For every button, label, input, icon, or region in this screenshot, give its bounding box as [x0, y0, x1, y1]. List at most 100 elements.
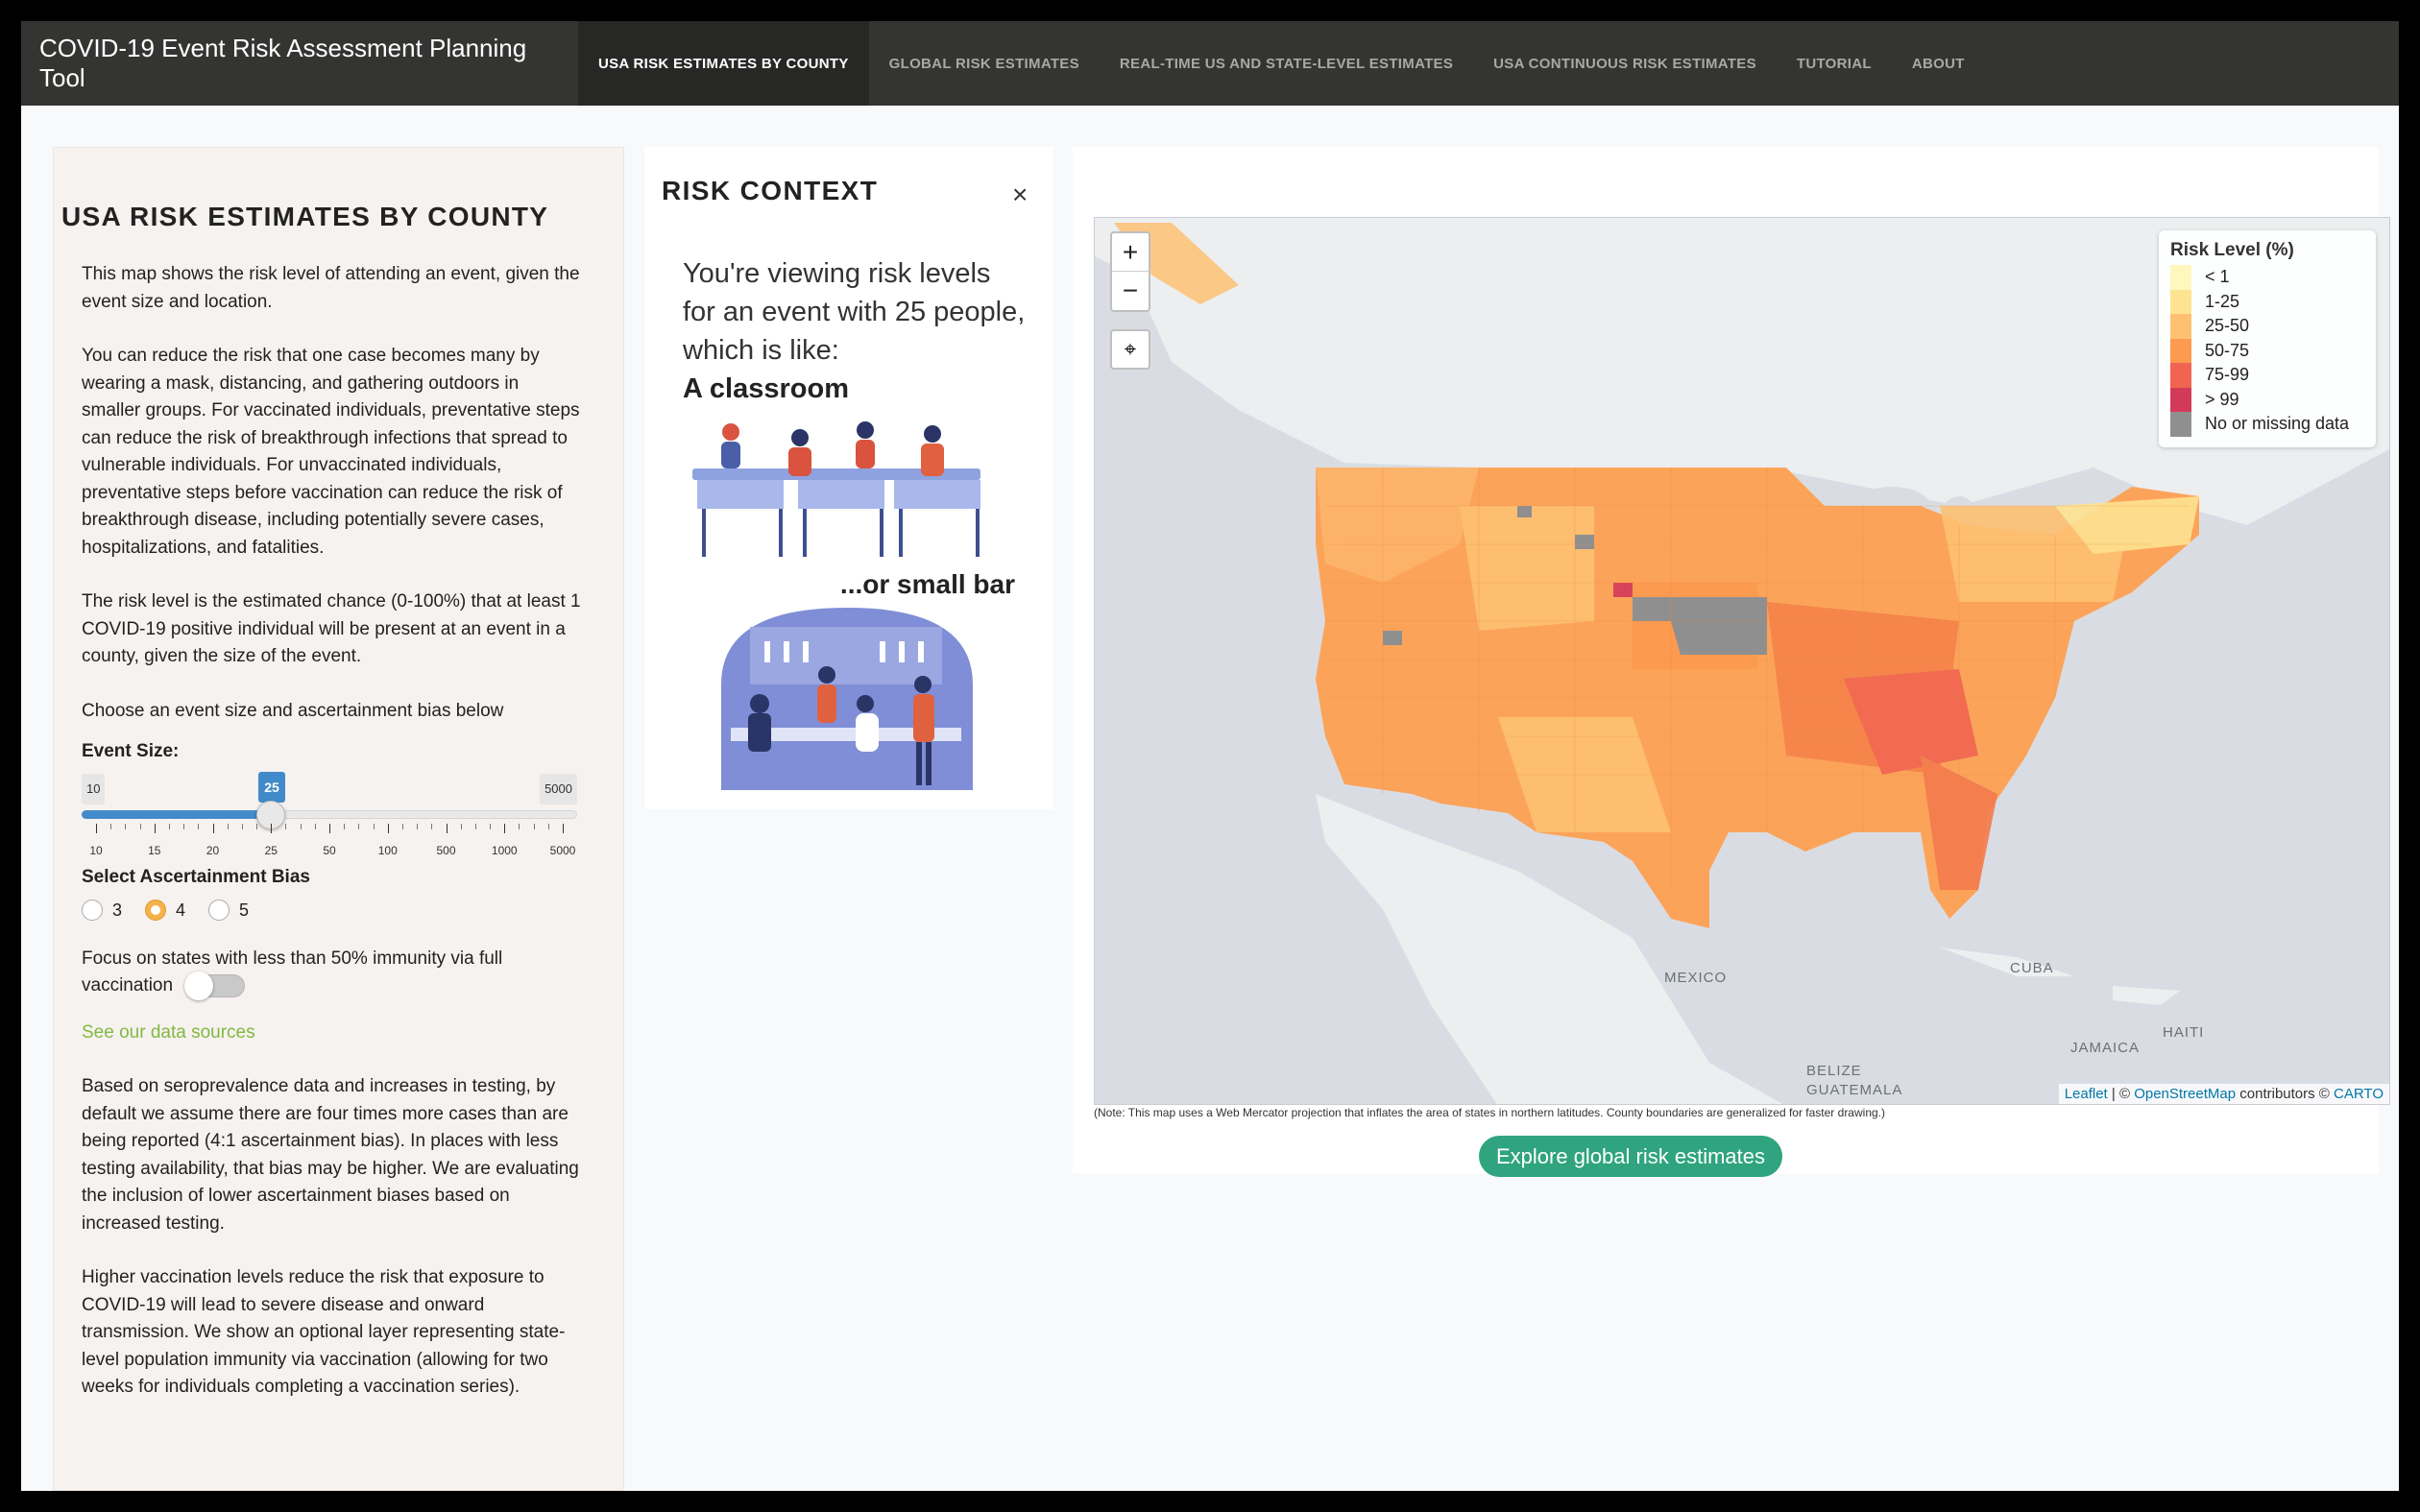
legend-item: 50-75: [2170, 338, 2364, 363]
choose-instruction: Choose an event size and ascertainment b…: [82, 700, 504, 721]
explore-global-button[interactable]: Explore global risk estimates: [1479, 1136, 1782, 1177]
radio-label: 3: [112, 900, 123, 920]
zoom-control: + −: [1110, 231, 1150, 312]
slider-minor-tick: [401, 823, 403, 829]
nav-tab-about[interactable]: ABOUT: [1892, 21, 1985, 106]
slider-tick-label: 20: [206, 843, 220, 857]
map-attribution: Leaflet | © OpenStreetMap contributors ©…: [2058, 1084, 2389, 1104]
slider-minor-tick: [533, 823, 535, 829]
vaccination-paragraph: Higher vaccination levels reduce the ris…: [82, 1267, 566, 1397]
event-size-slider[interactable]: 10 5000 25 10 15 20 25 50 100 500 1000 5000: [82, 771, 577, 857]
legend-item: > 99: [2170, 387, 2364, 412]
slider-tick: [154, 823, 156, 833]
slider-current-value: 25: [258, 771, 285, 803]
legend-swatch: [2170, 265, 2191, 290]
radio-button-selected[interactable]: [145, 900, 167, 922]
slider-tick: [212, 823, 214, 833]
slider-minor-tick: [547, 823, 549, 829]
slider-fill: [82, 809, 272, 819]
radio-button[interactable]: [82, 900, 103, 922]
nav-tab-continuous[interactable]: USA CONTINUOUS RISK ESTIMATES: [1473, 21, 1777, 106]
reduce-risk-paragraph: You can reduce the risk that one case be…: [82, 346, 580, 558]
bias-option-5[interactable]: 5: [208, 897, 249, 924]
osm-link[interactable]: OpenStreetMap: [2134, 1086, 2236, 1102]
sidebar-title: USA RISK ESTIMATES BY COUNTY: [61, 202, 549, 231]
legend-swatch: [2170, 289, 2191, 314]
legend-swatch: [2170, 314, 2191, 339]
legend-label: 50-75: [2205, 340, 2250, 360]
legend-item: 1-25: [2170, 289, 2364, 314]
legend-swatch: [2170, 338, 2191, 363]
slider-tick: [271, 823, 273, 833]
locate-icon[interactable]: ⌖: [1110, 329, 1150, 370]
nav-tab-usa-county[interactable]: USA RISK ESTIMATES BY COUNTY: [578, 21, 869, 106]
top-navbar: COVID-19 Event Risk Assessment Planning …: [21, 21, 2399, 106]
slider-minor-tick: [460, 823, 462, 829]
slider-minor-tick: [300, 823, 302, 829]
small-bar-illustration: [721, 608, 973, 790]
bias-option-3[interactable]: 3: [82, 897, 122, 924]
legend-swatch: [2170, 412, 2191, 437]
legend-label: > 99: [2205, 389, 2239, 409]
carto-link[interactable]: CARTO: [2334, 1086, 2384, 1102]
context-text: You're viewing risk levels for an event …: [683, 258, 1026, 366]
legend-swatch: [2170, 363, 2191, 388]
legend-item: 75-99: [2170, 363, 2364, 388]
sidebar-panel: USA RISK ESTIMATES BY COUNTY This map sh…: [53, 147, 624, 1491]
sidebar-body: This map shows the risk level of attendi…: [82, 261, 581, 1428]
slider-minor-tick: [227, 823, 229, 829]
attribution-contrib: contributors ©: [2236, 1086, 2335, 1102]
brand-title[interactable]: COVID-19 Event Risk Assessment Planning …: [21, 21, 578, 106]
map-legend: Risk Level (%) < 1 1-25 25-50 50-75 75-99 > 9…: [2159, 230, 2376, 447]
data-sources-link[interactable]: See our data sources: [82, 1020, 581, 1047]
vaccination-toggle[interactable]: [184, 971, 246, 1000]
slider-minor-tick: [110, 823, 112, 829]
risk-context-title: RISK CONTEXT: [662, 176, 879, 205]
slider-minor-tick: [358, 823, 360, 829]
map-label-jamaica: JAMAICA: [2070, 1040, 2141, 1056]
close-icon[interactable]: ×: [1012, 180, 1028, 210]
radio-label: 4: [176, 900, 186, 920]
app-frame: COVID-19 Event Risk Assessment Planning …: [21, 21, 2399, 1491]
nav-tab-global[interactable]: GLOBAL RISK ESTIMATES: [869, 21, 1100, 106]
slider-tick-label: 15: [148, 843, 161, 857]
slider-ticks: 10 15 20 25 50 100 500 1000 5000: [82, 823, 577, 857]
slider-tick-label: 5000: [549, 843, 576, 857]
slider-minor-tick: [490, 823, 492, 829]
alternative-example: ...or small bar: [839, 569, 1015, 599]
nav-tab-tutorial[interactable]: TUTORIAL: [1777, 21, 1892, 106]
map-label-guatemala: GUATEMALA: [1806, 1082, 1903, 1098]
legend-item: 25-50: [2170, 314, 2364, 339]
legend-title: Risk Level (%): [2170, 240, 2294, 260]
slider-minor-tick: [125, 823, 127, 829]
attribution-sep: | ©: [2107, 1086, 2135, 1102]
zoom-in-button[interactable]: +: [1112, 233, 1149, 272]
slider-minor-tick: [344, 823, 346, 829]
slider-tick-label: 25: [264, 843, 278, 857]
slider-minor-tick: [183, 823, 185, 829]
risk-map[interactable]: MEXICO CUBA JAMAICA HAITI BELIZE GUATEMA…: [1094, 217, 2390, 1105]
slider-minor-tick: [198, 823, 200, 829]
leaflet-link[interactable]: Leaflet: [2065, 1086, 2108, 1102]
slider-tick: [329, 823, 330, 833]
slider-minor-tick: [417, 823, 419, 829]
nav-tab-realtime[interactable]: REAL-TIME US AND STATE-LEVEL ESTIMATES: [1100, 21, 1473, 106]
context-example: A classroom: [683, 373, 849, 404]
slider-tick-label: 1000: [491, 843, 518, 857]
slider-minor-tick: [285, 823, 287, 829]
slider-minor-tick: [373, 823, 375, 829]
bias-radio-group: 3 4 5: [82, 897, 581, 924]
map-note: (Note: This map uses a Web Mercator proj…: [1094, 1106, 1885, 1119]
slider-tick: [387, 823, 389, 833]
zoom-out-button[interactable]: −: [1112, 272, 1149, 310]
legend-label: 75-99: [2205, 365, 2250, 385]
legend-label: 25-50: [2205, 316, 2250, 336]
map-label-haiti: HAITI: [2163, 1024, 2205, 1041]
classroom-illustration: [692, 421, 980, 557]
slider-max-label: 5000: [540, 773, 577, 804]
focus-vaccination-text: Focus on states with less than 50% immun…: [82, 948, 503, 969]
bias-option-4[interactable]: 4: [145, 897, 185, 924]
event-size-label: Event Size:: [82, 741, 180, 761]
radio-button[interactable]: [208, 900, 230, 922]
slider-minor-tick: [241, 823, 243, 829]
